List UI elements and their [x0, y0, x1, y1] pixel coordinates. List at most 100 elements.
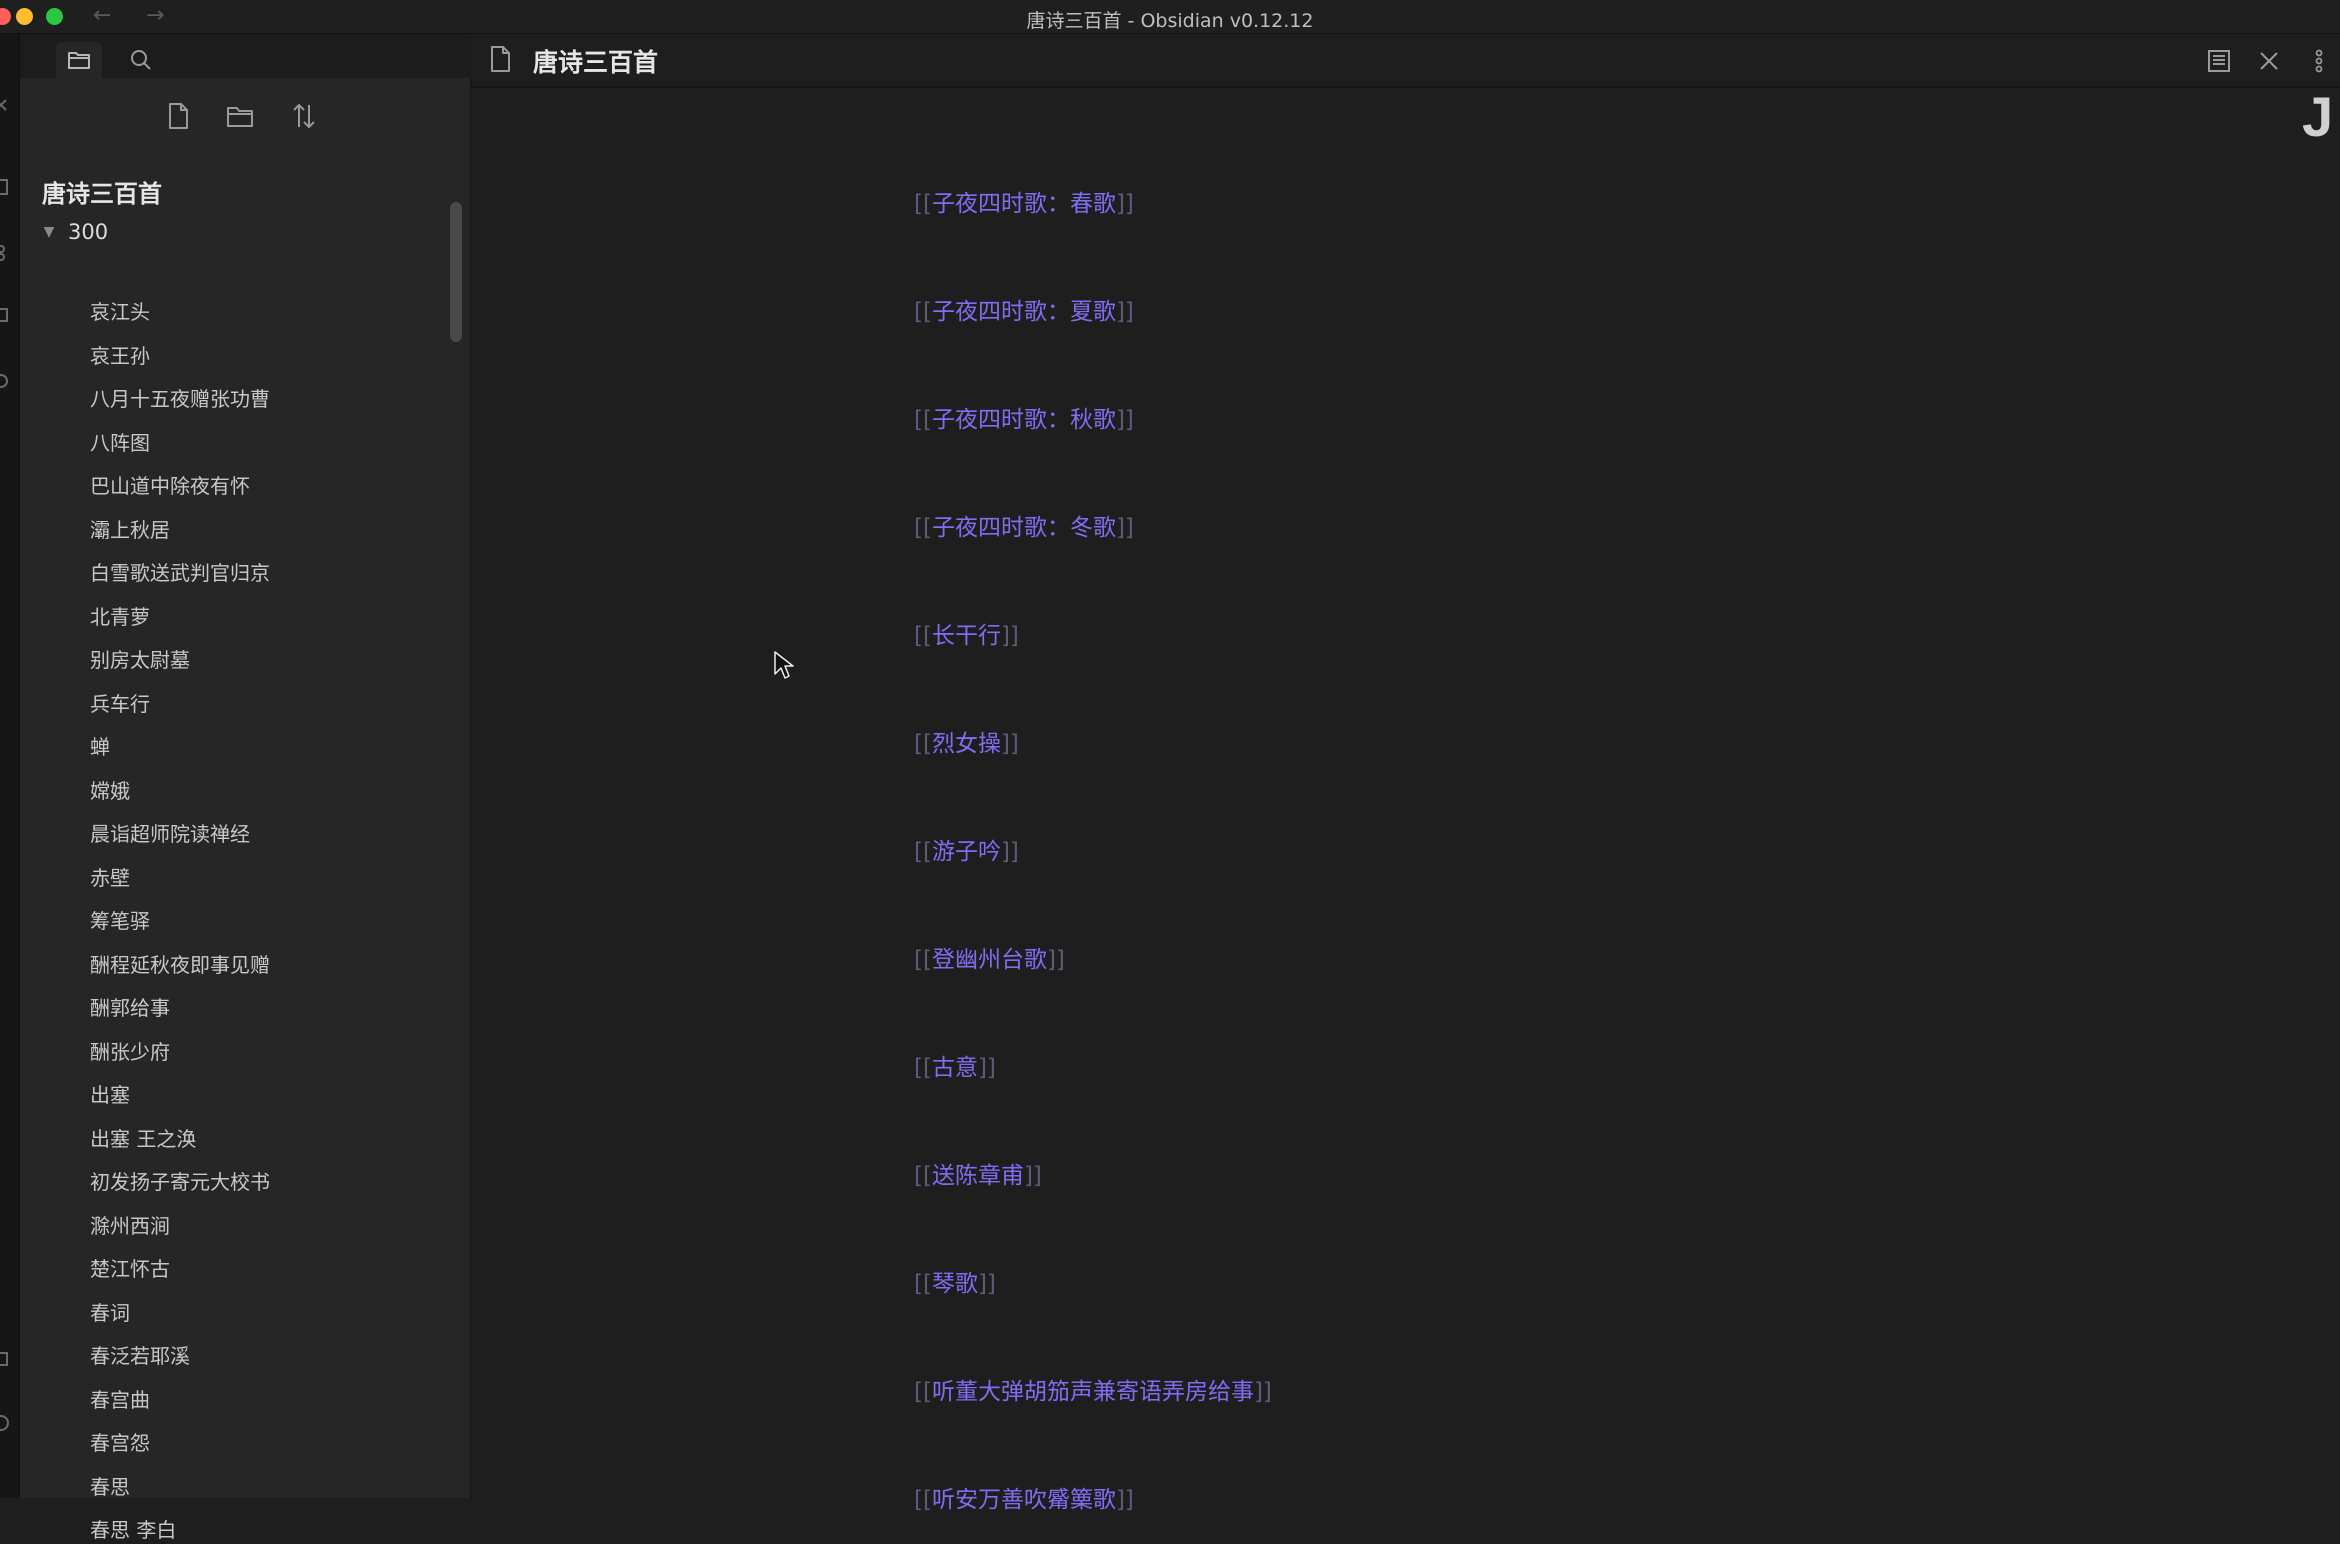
- link-close-bracket: ]]: [1115, 407, 1134, 433]
- link-close-bracket: ]]: [1115, 191, 1134, 217]
- help-icon[interactable]: [0, 1414, 10, 1432]
- file-item[interactable]: 嫦娥: [90, 775, 130, 805]
- link-open-bracket: [[: [914, 1055, 932, 1081]
- file-item[interactable]: 春思: [90, 1471, 130, 1501]
- file-item[interactable]: 酬郭给事: [90, 992, 170, 1022]
- link-text[interactable]: 子夜四时歌：夏歌: [932, 299, 1116, 325]
- file-item[interactable]: 赤壁: [90, 862, 130, 892]
- link-text[interactable]: 子夜四时歌：秋歌: [932, 407, 1116, 433]
- file-item[interactable]: 白雪歌送武判官归京: [90, 557, 270, 587]
- link-text[interactable]: 烈女操: [932, 731, 1001, 757]
- file-item[interactable]: 滁州西涧: [90, 1210, 170, 1240]
- window-title: 唐诗三百首 - Obsidian v0.12.12: [1026, 10, 1314, 32]
- link-text[interactable]: 长干行: [932, 623, 1001, 649]
- file-item[interactable]: 筹笔驿: [90, 905, 150, 935]
- file-item[interactable]: 出塞 王之涣: [90, 1123, 196, 1153]
- link-text[interactable]: 游子吟: [932, 839, 1001, 865]
- file-item[interactable]: 春宫怨: [90, 1427, 150, 1457]
- close-pane-button[interactable]: [2252, 44, 2286, 78]
- search-icon: [131, 50, 151, 70]
- file-item[interactable]: 兵车行: [90, 688, 150, 718]
- link-text[interactable]: 子夜四时歌：春歌: [932, 191, 1116, 217]
- file-item[interactable]: 楚江怀古: [90, 1253, 170, 1283]
- folder-icon: [68, 52, 90, 69]
- internal-link[interactable]: [[游子吟]]: [914, 832, 1019, 866]
- file-item[interactable]: 八阵图: [90, 427, 150, 457]
- folder-300[interactable]: ▼ 300: [38, 216, 108, 248]
- link-text[interactable]: 古意: [932, 1055, 978, 1081]
- file-item[interactable]: 北青萝: [90, 601, 150, 631]
- file-item[interactable]: 春思 李白: [90, 1514, 176, 1544]
- internal-link[interactable]: [[听安万善吹觱篥歌]]: [914, 1480, 1134, 1514]
- file-item[interactable]: 灞上秋居: [90, 514, 170, 544]
- sort-button[interactable]: [284, 96, 324, 136]
- link-close-bracket: ]]: [977, 1271, 996, 1297]
- file-icon: [485, 44, 515, 74]
- editor-pane: 唐诗三百首 J [[子夜四时歌：春歌]] [[子夜四时歌：夏歌]] [[子夜四时…: [471, 34, 2340, 1513]
- file-item[interactable]: 出塞: [90, 1079, 130, 1109]
- new-note-button[interactable]: [158, 96, 198, 136]
- link-text[interactable]: 送陈章甫: [932, 1163, 1024, 1189]
- page-title: 唐诗三百首: [533, 48, 659, 77]
- file-explorer-sidebar: 唐诗三百首 ▼ 300 哀江头 哀王孙 八月十五夜赠张功曹 八阵图 巴山道中除夜…: [20, 34, 471, 1542]
- title-bar: ← → 唐诗三百首 - Obsidian v0.12.12: [0, 0, 2340, 34]
- tab-search[interactable]: [118, 42, 164, 78]
- file-item[interactable]: 酬程延秋夜即事见赠: [90, 949, 270, 979]
- internal-link[interactable]: [[子夜四时歌：春歌]]: [914, 184, 1134, 218]
- internal-link[interactable]: [[子夜四时歌：夏歌]]: [914, 292, 1134, 326]
- link-text[interactable]: 听董大弹胡笳声兼寄语弄房给事: [932, 1379, 1254, 1405]
- link-open-bracket: [[: [914, 1163, 932, 1189]
- internal-link[interactable]: [[子夜四时歌：秋歌]]: [914, 400, 1134, 434]
- graph-icon[interactable]: [0, 244, 10, 262]
- internal-link[interactable]: [[长干行]]: [914, 616, 1019, 650]
- link-open-bracket: [[: [914, 623, 932, 649]
- file-item[interactable]: 哀王孙: [90, 340, 150, 370]
- reading-view-icon: [2208, 50, 2230, 72]
- file-item[interactable]: 初发扬子寄元大校书: [90, 1166, 270, 1196]
- internal-link[interactable]: [[烈女操]]: [914, 724, 1019, 758]
- chevron-down-icon: ▼: [43, 224, 55, 240]
- folder-name: 300: [68, 220, 109, 244]
- file-item[interactable]: 蝉: [90, 731, 110, 761]
- link-text[interactable]: 子夜四时歌：冬歌: [932, 515, 1116, 541]
- file-item[interactable]: 巴山道中除夜有怀: [90, 470, 250, 500]
- link-open-bracket: [[: [914, 947, 932, 973]
- internal-link[interactable]: [[古意]]: [914, 1048, 996, 1082]
- file-item[interactable]: 别房太尉墓: [90, 644, 190, 674]
- internal-link[interactable]: [[登幽州台歌]]: [914, 940, 1065, 974]
- file-item[interactable]: 晨诣超师院读禅经: [90, 818, 250, 848]
- link-text[interactable]: 听安万善吹觱篥歌: [932, 1487, 1116, 1513]
- more-options-icon: [2315, 49, 2323, 73]
- file-item[interactable]: 春宫曲: [90, 1384, 150, 1414]
- more-options-button[interactable]: [2302, 44, 2336, 78]
- file-item[interactable]: 哀江头: [90, 296, 150, 326]
- collapse-icon[interactable]: [0, 96, 10, 114]
- new-folder-button[interactable]: [220, 96, 260, 136]
- internal-link[interactable]: [[子夜四时歌：冬歌]]: [914, 508, 1134, 542]
- link-open-bracket: [[: [914, 1379, 932, 1405]
- tab-file-explorer[interactable]: [56, 42, 102, 78]
- link-text[interactable]: 琴歌: [932, 1271, 978, 1297]
- vault-title: 唐诗三百首: [42, 180, 162, 208]
- link-close-bracket: ]]: [1115, 299, 1134, 325]
- new-note-icon: [169, 103, 188, 129]
- file-explorer-icon[interactable]: [0, 178, 10, 196]
- link-open-bracket: [[: [914, 1487, 932, 1513]
- link-close-bracket: ]]: [977, 1055, 996, 1081]
- sidebar-scrollbar[interactable]: [450, 146, 462, 1498]
- link-text[interactable]: 登幽州台歌: [932, 947, 1047, 973]
- file-item[interactable]: 酬张少府: [90, 1036, 170, 1066]
- internal-link[interactable]: [[琴歌]]: [914, 1264, 996, 1298]
- internal-link[interactable]: [[送陈章甫]]: [914, 1156, 1042, 1190]
- link-close-bracket: ]]: [1115, 1487, 1134, 1513]
- command-icon[interactable]: [0, 372, 10, 390]
- file-item[interactable]: 春词: [90, 1297, 130, 1327]
- link-close-bracket: ]]: [1000, 623, 1019, 649]
- internal-link[interactable]: [[听董大弹胡笳声兼寄语弄房给事]]: [914, 1372, 1272, 1406]
- scroll-thumb[interactable]: [450, 202, 462, 342]
- reading-view-button[interactable]: [2202, 44, 2236, 78]
- calendar-icon[interactable]: [0, 306, 10, 324]
- file-item[interactable]: 八月十五夜赠张功曹: [90, 383, 270, 413]
- file-item[interactable]: 春泛若耶溪: [90, 1340, 190, 1370]
- vault-icon[interactable]: [0, 1350, 10, 1368]
